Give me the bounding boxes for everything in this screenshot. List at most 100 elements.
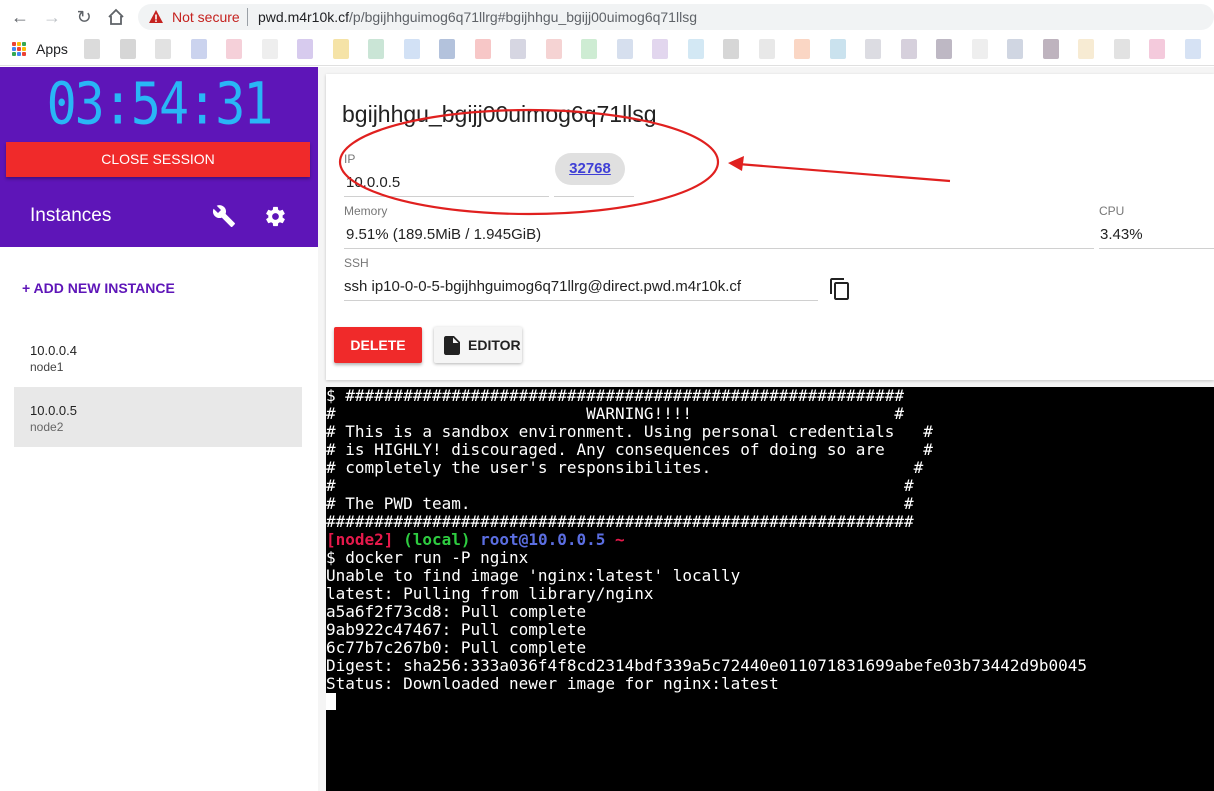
close-session-button[interactable]: CLOSE SESSION — [6, 142, 310, 177]
port-link-32768[interactable]: 32768 — [555, 153, 625, 185]
prompt-tilde: ~ — [615, 530, 625, 549]
address-bar[interactable]: Not secure pwd.m4r10k.cf/p/bgijhhguimog6… — [138, 4, 1214, 30]
bookmark-item[interactable] — [84, 39, 100, 59]
instance-details-panel: bgijhhgu_bgijj00uimog6q71llsg IP 10.0.0.… — [326, 74, 1214, 380]
bookmark-item[interactable] — [900, 39, 917, 59]
terminal-line: # # — [326, 476, 914, 495]
file-icon — [444, 336, 460, 355]
bookmark-item[interactable] — [545, 39, 562, 59]
instance-ip: 10.0.0.5 — [30, 403, 77, 418]
terminal-line: a5a6f2f73cd8: Pull complete — [326, 602, 587, 621]
ssh-value[interactable]: ssh ip10-0-0-5-bgijhhguimog6q71llrg@dire… — [344, 278, 741, 295]
bookmark-item[interactable] — [616, 39, 633, 59]
back-arrow-icon[interactable]: ← — [8, 5, 32, 29]
terminal-cursor — [326, 693, 336, 710]
terminal[interactable]: $ ######################################… — [326, 387, 1214, 791]
bookmark-item[interactable] — [936, 39, 952, 59]
home-icon[interactable] — [104, 5, 128, 29]
apps-grid-icon[interactable] — [12, 42, 26, 56]
instance-item-node1[interactable]: 10.0.0.4 node1 — [14, 327, 302, 387]
session-header: 03:54:31 CLOSE SESSION Instances — [0, 67, 318, 247]
bookmark-item[interactable] — [971, 39, 988, 59]
bookmark-item[interactable] — [1078, 39, 1094, 59]
terminal-line: Digest: sha256:333a036f4f8cd2314bdf339a5… — [326, 656, 1087, 675]
reload-icon[interactable]: ↻ — [72, 5, 96, 29]
terminal-line: # completely the user's responsibilites.… — [326, 458, 924, 477]
bookmark-item[interactable] — [687, 39, 704, 59]
bookmark-item[interactable] — [723, 39, 739, 59]
instances-title: Instances — [30, 205, 112, 226]
bookmark-item[interactable] — [297, 39, 313, 59]
bookmark-item[interactable] — [119, 39, 136, 59]
terminal-line: 6c77b7c267b0: Pull complete — [326, 638, 587, 657]
bookmark-item[interactable] — [1042, 39, 1059, 59]
bookmark-item[interactable] — [794, 39, 810, 59]
terminal-line: Unable to find image 'nginx:latest' loca… — [326, 566, 741, 585]
instance-ip: 10.0.0.4 — [30, 343, 77, 358]
terminal-line: # The PWD team. # — [326, 494, 914, 513]
cpu-underline — [1099, 248, 1214, 249]
bookmark-item[interactable] — [474, 39, 491, 59]
bookmark-item[interactable] — [190, 39, 207, 59]
bookmark-item[interactable] — [439, 39, 455, 59]
ip-value: 10.0.0.5 — [346, 174, 401, 191]
prompt-root: root@10.0.0.5 — [480, 530, 606, 549]
bookmark-item[interactable] — [1184, 39, 1201, 59]
bookmark-item[interactable] — [1113, 39, 1130, 59]
instance-item-node2[interactable]: 10.0.0.5 node2 — [14, 387, 302, 447]
terminal-line: # WARNING!!!! # — [326, 404, 904, 423]
terminal-line: $ docker run -P nginx — [326, 548, 529, 567]
wrench-icon[interactable] — [212, 204, 236, 228]
memory-value: 9.51% (189.5MiB / 1.945GiB) — [346, 226, 542, 243]
instance-name: node1 — [30, 360, 64, 374]
bookmarks-bar: Apps — [0, 36, 1214, 64]
url-host: pwd.m4r10k.cf — [258, 9, 350, 25]
bookmark-item[interactable] — [403, 39, 420, 59]
terminal-line: $ ######################################… — [326, 387, 904, 405]
terminal-line: # is HIGHLY! discouraged. Any consequenc… — [326, 440, 933, 459]
url-separator — [247, 8, 248, 26]
editor-label: EDITOR — [468, 337, 521, 353]
not-secure-label: Not secure — [172, 9, 240, 25]
url-path: /p/bgijhhguimog6q71llrg#bgijhhgu_bgijj00… — [349, 9, 697, 25]
terminal-line: Status: Downloaded newer image for nginx… — [326, 674, 779, 693]
copy-icon[interactable] — [829, 277, 851, 301]
url-text[interactable]: pwd.m4r10k.cf/p/bgijhhguimog6q71llrg#bgi… — [258, 9, 697, 25]
bookmark-item[interactable] — [226, 39, 242, 59]
gear-icon[interactable] — [264, 205, 287, 228]
terminal-line: ########################################… — [326, 512, 914, 531]
add-instance-button[interactable]: + ADD NEW INSTANCE — [22, 280, 175, 296]
bookmark-item[interactable] — [1149, 39, 1165, 59]
bookmark-item[interactable] — [261, 39, 278, 59]
ssh-underline — [344, 300, 818, 301]
terminal-line: 9ab922c47467: Pull complete — [326, 620, 587, 639]
warning-icon — [149, 10, 163, 23]
ip-label: IP — [344, 152, 356, 166]
terminal-line: latest: Pulling from library/nginx — [326, 584, 654, 603]
memory-label: Memory — [344, 204, 388, 218]
bookmark-item[interactable] — [581, 39, 597, 59]
prompt-local: (local) — [403, 530, 471, 549]
port-underline — [554, 196, 634, 197]
delete-button[interactable]: DELETE — [334, 327, 422, 363]
browser-chrome: ← → ↻ Not secure pwd.m4r10k.cf/p/bgijhhg… — [0, 0, 1214, 66]
bookmark-item[interactable] — [332, 39, 349, 59]
terminal-line: # This is a sandbox environment. Using p… — [326, 422, 933, 441]
session-timer: 03:54:31 — [46, 70, 274, 138]
bookmark-item[interactable] — [865, 39, 881, 59]
bookmark-item[interactable] — [829, 39, 846, 59]
editor-button[interactable]: EDITOR — [434, 327, 522, 363]
forward-arrow-icon[interactable]: → — [40, 5, 64, 29]
ssh-label: SSH — [344, 256, 369, 270]
bookmark-item[interactable] — [510, 39, 526, 59]
apps-label[interactable]: Apps — [36, 41, 68, 57]
bookmark-item[interactable] — [368, 39, 384, 59]
ip-underline — [344, 196, 549, 197]
bookmark-item[interactable] — [155, 39, 171, 59]
bookmark-item[interactable] — [1007, 39, 1023, 59]
bookmark-item[interactable] — [758, 39, 775, 59]
memory-underline — [344, 248, 1094, 249]
prompt-node: [node2] — [326, 530, 394, 549]
bookmark-item[interactable] — [652, 39, 668, 59]
cpu-value: 3.43% — [1100, 226, 1143, 243]
